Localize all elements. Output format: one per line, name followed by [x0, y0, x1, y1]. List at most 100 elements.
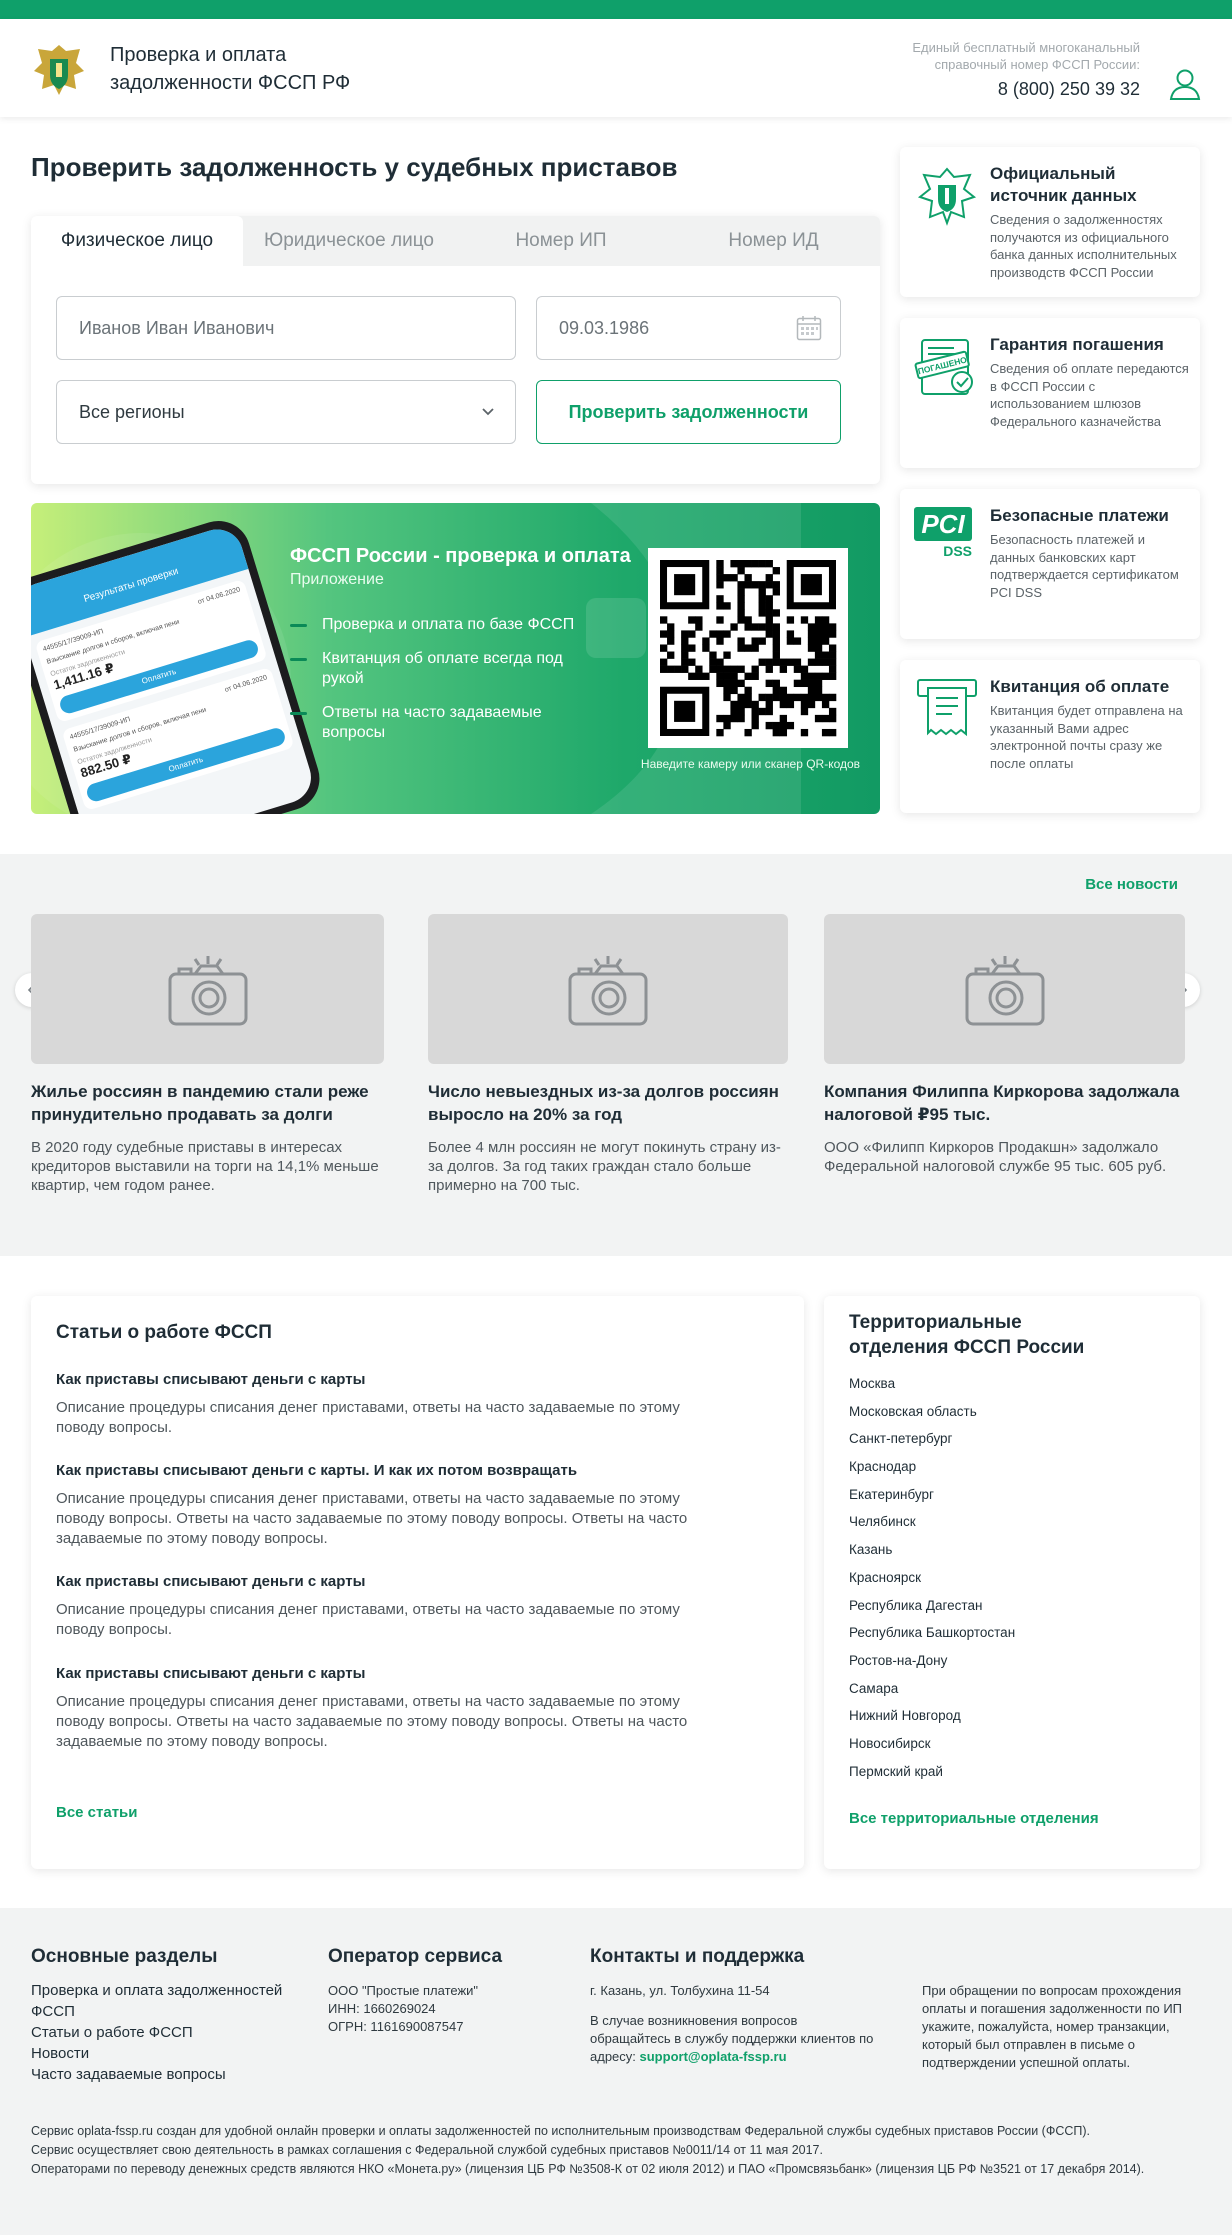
qr-module — [821, 651, 830, 659]
tab-legal-entity[interactable]: Юридическое лицо — [243, 216, 455, 266]
all-news-link[interactable]: Все новости — [1085, 876, 1178, 893]
territorial-item[interactable]: Казань — [849, 1540, 1015, 1568]
qr-module — [821, 637, 830, 645]
qr-module — [688, 644, 696, 652]
news-card[interactable]: Жилье россиян в пандемию стали реже прин… — [31, 914, 384, 1195]
news-title[interactable]: Число невыездных из-за долгов россиян вы… — [428, 1080, 788, 1126]
qr-module — [821, 728, 830, 737]
article-title[interactable]: Как приставы списывают деньги с карты — [56, 1665, 706, 1682]
qr-module — [667, 637, 675, 645]
check-debts-button[interactable]: Проверить задолженности — [536, 380, 841, 444]
article-item[interactable]: Как приставы списывают деньги с карты Оп… — [56, 1665, 706, 1752]
qr-module — [744, 700, 752, 709]
qr-module — [800, 679, 809, 688]
territorial-item[interactable]: Самара — [849, 1679, 1015, 1707]
territorial-item[interactable]: Московская область — [849, 1402, 1015, 1430]
qr-module — [723, 665, 731, 673]
article-title[interactable]: Как приставы списывают деньги с карты — [56, 1371, 706, 1388]
qr-module — [807, 686, 816, 695]
article-title[interactable]: Как приставы списывают деньги с карты — [56, 1573, 706, 1590]
user-icon[interactable] — [1168, 67, 1202, 101]
qr-module — [800, 616, 809, 624]
hotline-phone[interactable]: 8 (800) 250 39 32 — [880, 79, 1140, 100]
qr-module — [758, 581, 766, 589]
territorial-heading-line-2: отделения ФССП России — [849, 1337, 1085, 1358]
fssp-emblem-outline-icon — [917, 167, 977, 226]
territorial-item[interactable]: Челябинск — [849, 1512, 1015, 1540]
qr-module — [688, 630, 696, 638]
territorial-item[interactable]: Республика Дагестан — [849, 1596, 1015, 1624]
footer-note: При обращении по вопросам прохождения оп… — [922, 1983, 1183, 2070]
birth-date-value: 09.03.1986 — [559, 318, 650, 338]
territorial-item[interactable]: Нижний Новгород — [849, 1706, 1015, 1734]
article-item[interactable]: Как приставы списывают деньги с карты Оп… — [56, 1371, 706, 1438]
qr-module — [716, 567, 724, 575]
qr-module — [723, 574, 731, 582]
support-email-link[interactable]: support@oplata-fssp.ru — [640, 2049, 787, 2064]
all-territorial-link[interactable]: Все территориальные отделения — [849, 1810, 1099, 1827]
qr-module — [772, 693, 780, 702]
region-select[interactable]: Все регионы — [56, 380, 516, 444]
qr-module — [723, 693, 731, 702]
qr-module — [688, 658, 696, 666]
qr-module — [765, 679, 773, 688]
qr-module — [779, 686, 788, 695]
qr-module — [744, 616, 752, 624]
news-card[interactable]: Компания Филиппа Киркорова задолжала нал… — [824, 914, 1185, 1176]
footer-link[interactable]: Часто задаваемые вопросы — [31, 2064, 301, 2085]
footer-legal: Сервис oplata-fssp.ru создан для удобной… — [31, 2122, 1211, 2179]
news-image-placeholder — [428, 914, 788, 1064]
tab-individual[interactable]: Физическое лицо — [31, 216, 243, 266]
territorial-item[interactable]: Пермский край — [849, 1762, 1015, 1790]
qr-module — [667, 630, 675, 638]
qr-module — [751, 721, 759, 730]
qr-module — [744, 644, 752, 652]
article-item[interactable]: Как приставы списывают деньги с карты. И… — [56, 1462, 706, 1549]
qr-code[interactable] — [648, 548, 848, 748]
fssp-emblem-icon[interactable] — [30, 41, 88, 99]
footer-link[interactable]: Новости — [31, 2043, 301, 2064]
article-desc: Описание процедуры списания денег приста… — [56, 1399, 680, 1436]
qr-module — [786, 693, 795, 702]
qr-module — [821, 630, 830, 638]
footer-sections-list: Проверка и оплата задолженностей ФССП Ст… — [31, 1980, 301, 2085]
qr-module — [786, 616, 795, 624]
feature-desc: Сведения об оплате передаются в ФССП Рос… — [990, 361, 1189, 429]
footer-contacts-heading: Контакты и поддержка — [590, 1946, 805, 1967]
qr-module — [793, 693, 802, 702]
feature-payment-receipt: Квитанция об оплате Квитанция будет отпр… — [900, 660, 1200, 813]
qr-module — [800, 693, 809, 702]
all-articles-link[interactable]: Все статьи — [56, 1804, 138, 1821]
footer-link[interactable]: Проверка и оплата задолженностей ФССП — [31, 1980, 301, 2022]
news-title[interactable]: Жилье россиян в пандемию стали реже прин… — [31, 1080, 384, 1126]
banner-title: ФССП России - проверка и оплата — [290, 545, 631, 567]
territorial-item[interactable]: Краснодар — [849, 1457, 1015, 1485]
brand-title[interactable]: Проверка и оплата задолженности ФССП РФ — [110, 41, 350, 97]
article-item[interactable]: Как приставы списывают деньги с карты Оп… — [56, 1573, 706, 1640]
territorial-item[interactable]: Санкт-петербург — [849, 1429, 1015, 1457]
articles-heading: Статьи о работе ФССП — [56, 1322, 272, 1343]
qr-module — [807, 644, 816, 652]
qr-module — [821, 623, 830, 631]
territorial-item[interactable]: Республика Башкортостан — [849, 1623, 1015, 1651]
news-title[interactable]: Компания Филиппа Киркорова задолжала нал… — [824, 1080, 1185, 1126]
full-name-input[interactable]: Иванов Иван Иванович — [56, 296, 516, 360]
territorial-item[interactable]: Ростов-на-Дону — [849, 1651, 1015, 1679]
qr-module — [758, 602, 766, 610]
calendar-icon[interactable] — [796, 315, 822, 341]
territorial-item[interactable]: Новосибирск — [849, 1734, 1015, 1762]
territorial-item[interactable]: Красноярск — [849, 1568, 1015, 1596]
footer-link[interactable]: Статьи о работе ФССП — [31, 2022, 301, 2043]
qr-module — [800, 707, 809, 716]
legal-line: Операторами по переводу денежных средств… — [31, 2162, 1145, 2176]
birth-date-input[interactable]: 09.03.1986 — [536, 296, 841, 360]
qr-module — [751, 644, 759, 652]
territorial-item[interactable]: Екатеринбург — [849, 1485, 1015, 1513]
tab-ip-number[interactable]: Номер ИП — [455, 216, 667, 266]
territorial-heading: Территориальные отделения ФССП России — [849, 1310, 1084, 1360]
brand-line-1: Проверка и оплата — [110, 44, 287, 66]
territorial-item[interactable]: Москва — [849, 1374, 1015, 1402]
tab-id-number[interactable]: Номер ИД — [667, 216, 880, 266]
article-title[interactable]: Как приставы списывают деньги с карты. И… — [56, 1462, 706, 1479]
news-card[interactable]: Число невыездных из-за долгов россиян вы… — [428, 914, 788, 1195]
